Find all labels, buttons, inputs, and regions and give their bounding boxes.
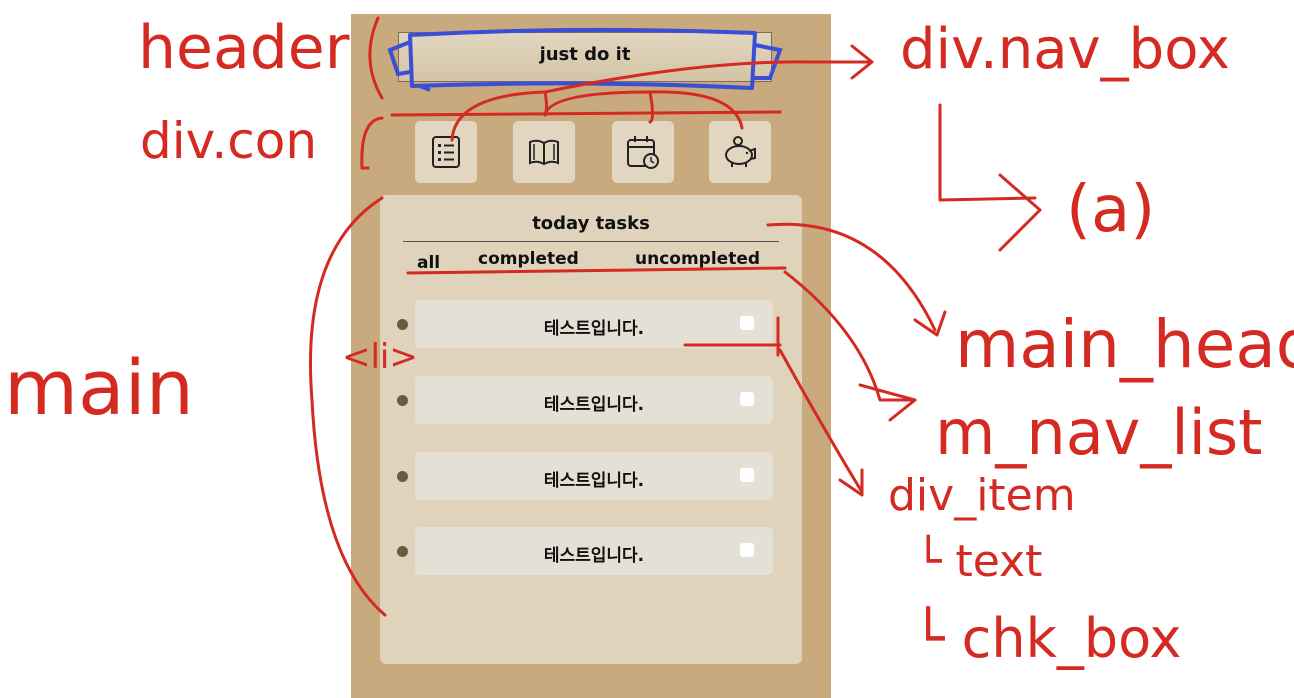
tab-uncompleted[interactable]: uncompleted: [635, 249, 760, 269]
main-panel: today tasks all completed uncompleted 테스…: [380, 195, 802, 664]
annotation-li: <li>: [342, 337, 418, 377]
annotation-header: header: [138, 13, 350, 83]
task-checkbox[interactable]: [740, 392, 754, 406]
book-icon: [529, 139, 559, 166]
annotation-nav-box: div.nav_box: [900, 17, 1230, 82]
task-text: 테스트입니다.: [543, 395, 645, 415]
app-title: just do it: [539, 44, 631, 65]
tab-all[interactable]: all: [417, 253, 440, 273]
annotation-m-nav-list: m_nav_list: [935, 396, 1263, 469]
annotation-chk-box: └ chk_box: [912, 607, 1182, 670]
list-bullet: [397, 395, 408, 406]
annotation-main-head: main_head: [955, 306, 1294, 383]
task-checkbox[interactable]: [740, 468, 754, 482]
list-bullet: [397, 546, 408, 557]
piggy-bank-icon: [725, 136, 756, 167]
header-banner: just do it: [398, 32, 772, 82]
nav-list-button[interactable]: [415, 121, 477, 183]
annotation-text: └ text: [915, 536, 1043, 587]
nav-calendar-button[interactable]: [612, 121, 674, 183]
task-text: 테스트입니다.: [543, 319, 645, 339]
calendar-icon: [627, 136, 659, 169]
task-text: 테스트입니다.: [543, 546, 645, 566]
task-item[interactable]: 테스트입니다.: [415, 300, 773, 348]
task-checkbox[interactable]: [740, 543, 754, 557]
task-text: 테스트입니다.: [543, 471, 645, 491]
nav-book-button[interactable]: [513, 121, 575, 183]
annotation-a-tag: (a): [1066, 173, 1156, 247]
main-head-divider: [403, 241, 779, 242]
annotation-main: main: [4, 343, 194, 432]
app-frame: just do it today tasks all completed unc…: [351, 14, 831, 698]
task-item[interactable]: 테스트입니다.: [415, 376, 773, 424]
task-checkbox[interactable]: [740, 316, 754, 330]
tab-completed[interactable]: completed: [478, 249, 579, 269]
main-head-title: today tasks: [532, 213, 650, 234]
nav-piggy-bank-button[interactable]: [709, 121, 771, 183]
list-icon: [432, 136, 460, 168]
annotation-div-item: div_item: [888, 470, 1076, 521]
list-bullet: [397, 319, 408, 330]
annotation-div-con: div.con: [140, 112, 318, 170]
task-item[interactable]: 테스트입니다.: [415, 452, 773, 500]
list-bullet: [397, 471, 408, 482]
task-item[interactable]: 테스트입니다.: [415, 527, 773, 575]
